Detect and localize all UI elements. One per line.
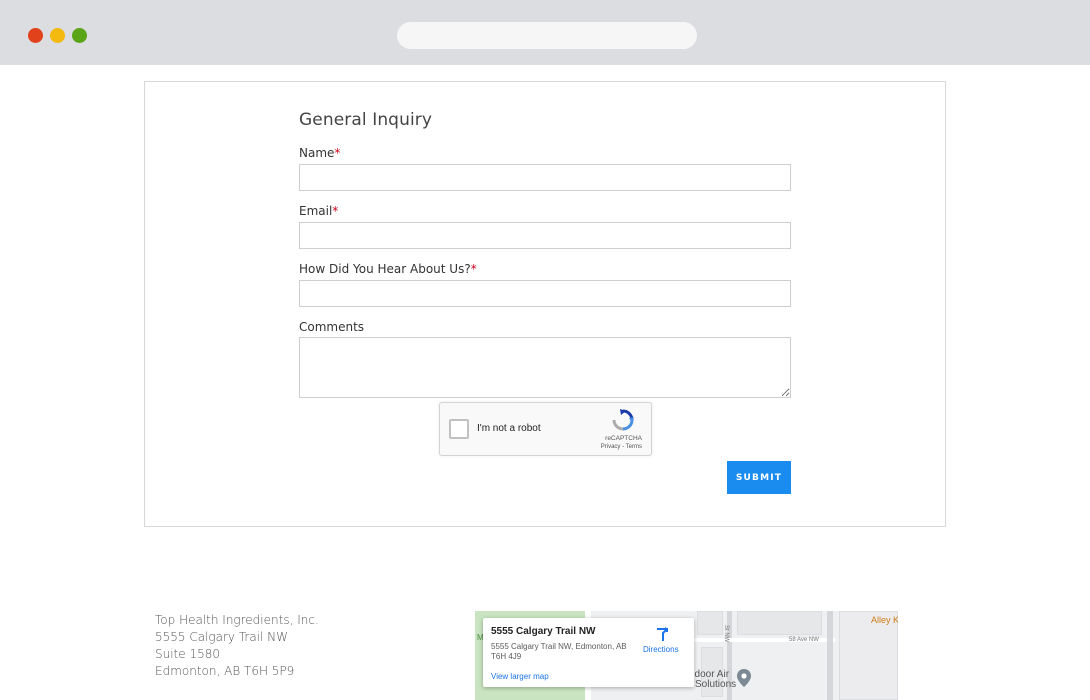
map-pin-icon[interactable] bbox=[737, 669, 751, 687]
comments-label-text: Comments bbox=[299, 320, 365, 334]
minimize-window-dot[interactable] bbox=[50, 28, 65, 43]
name-label-text: Name bbox=[299, 146, 335, 160]
inquiry-form-card: General Inquiry Name* Email* How Did You… bbox=[144, 81, 946, 527]
email-label: Email* bbox=[299, 204, 338, 218]
submit-button[interactable]: SUBMIT bbox=[727, 461, 791, 494]
map-street-label: 58 Ave NW bbox=[789, 637, 819, 643]
required-mark: * bbox=[470, 262, 477, 276]
map-building bbox=[737, 611, 822, 635]
map-building bbox=[697, 611, 723, 635]
name-field[interactable] bbox=[299, 164, 791, 191]
comments-label: Comments bbox=[299, 320, 364, 334]
required-mark: * bbox=[332, 204, 339, 218]
recaptcha-label: I'm not a robot bbox=[477, 423, 541, 434]
comments-textarea[interactable] bbox=[299, 337, 791, 398]
directions-link[interactable]: Directions bbox=[643, 645, 679, 654]
view-larger-map-link[interactable]: View larger map bbox=[491, 672, 549, 681]
address-bar[interactable] bbox=[397, 22, 697, 49]
browser-chrome bbox=[0, 0, 1090, 65]
name-label: Name* bbox=[299, 146, 340, 160]
referral-field[interactable] bbox=[299, 280, 791, 307]
embedded-map[interactable]: M 58 Ave NW St NW ndoor Air Solutions Al… bbox=[475, 611, 898, 700]
referral-label: How Did You Hear About Us?* bbox=[299, 262, 477, 276]
map-card-title: 5555 Calgary Trail NW bbox=[491, 626, 596, 637]
recaptcha-checkbox[interactable] bbox=[449, 419, 469, 439]
address-line: Edmonton, AB T6H 5P9 bbox=[155, 664, 295, 678]
map-poi-label: Alley K bbox=[871, 615, 898, 625]
email-label-text: Email bbox=[299, 204, 333, 218]
address-line: Top Health Ingredients, Inc. bbox=[155, 613, 319, 627]
map-street-label: St NW bbox=[723, 625, 729, 643]
map-card-address: 5555 Calgary Trail NW, Edmonton, AB T6H … bbox=[491, 642, 627, 661]
recaptcha-brand: reCAPTCHA bbox=[605, 435, 642, 442]
email-field[interactable] bbox=[299, 222, 791, 249]
maximize-window-dot[interactable] bbox=[72, 28, 87, 43]
directions-icon[interactable] bbox=[654, 626, 670, 642]
form-title: General Inquiry bbox=[299, 110, 433, 130]
referral-label-text: How Did You Hear About Us? bbox=[299, 262, 471, 276]
company-address: Top Health Ingredients, Inc. 5555 Calgar… bbox=[155, 612, 319, 680]
map-road bbox=[827, 611, 833, 700]
recaptcha-privacy-terms-links[interactable]: Privacy - Terms bbox=[601, 444, 642, 450]
recaptcha-logo-icon bbox=[612, 409, 634, 431]
address-line: Suite 1580 bbox=[155, 647, 220, 661]
close-window-dot[interactable] bbox=[28, 28, 43, 43]
recaptcha-widget: I'm not a robot reCAPTCHA Privacy - Term… bbox=[439, 402, 652, 456]
map-business-label: Solutions bbox=[695, 679, 737, 690]
map-info-card: 5555 Calgary Trail NW 5555 Calgary Trail… bbox=[483, 618, 694, 687]
address-line: 5555 Calgary Trail NW bbox=[155, 630, 289, 644]
required-mark: * bbox=[334, 146, 341, 160]
